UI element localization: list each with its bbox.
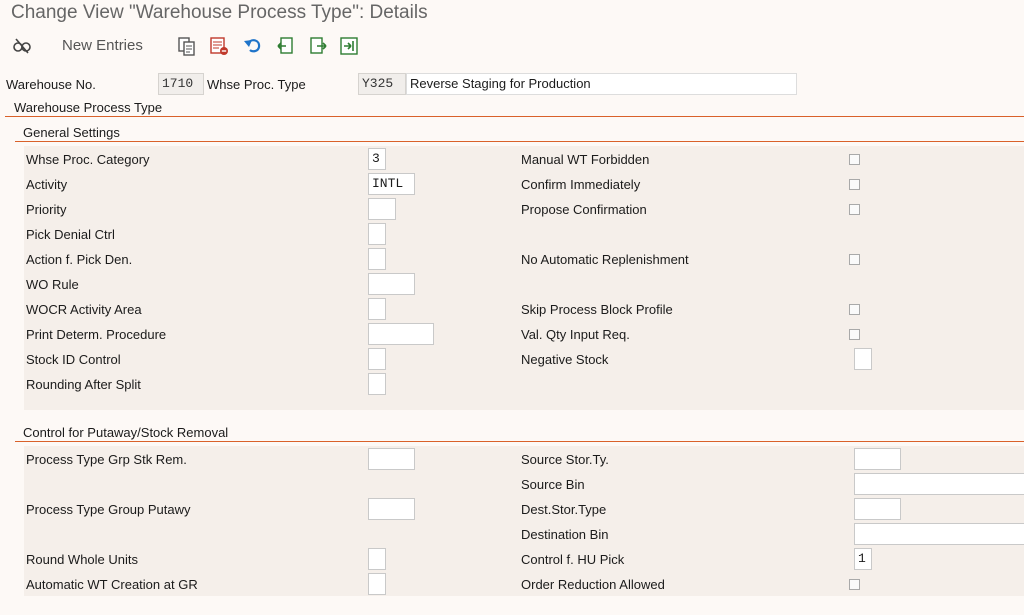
rounding-after-split-label: Rounding After Split: [26, 377, 141, 392]
print-determ-procedure-label: Print Determ. Procedure: [26, 327, 167, 342]
source-stor-type-field[interactable]: [854, 448, 901, 470]
no-automatic-replenishment-label: No Automatic Replenishment: [521, 252, 689, 267]
priority-field[interactable]: [368, 198, 396, 220]
whse-proc-type-field[interactable]: Y325: [358, 73, 406, 95]
manual-wt-forbidden-label: Manual WT Forbidden: [521, 152, 650, 167]
manual-wt-forbidden-checkbox[interactable]: [849, 154, 860, 165]
warehouse-no-label: Warehouse No.: [6, 77, 96, 92]
skip-process-block-profile-label: Skip Process Block Profile: [521, 302, 673, 317]
next-entry-icon[interactable]: [307, 35, 329, 57]
dest-stor-type-field[interactable]: [854, 498, 901, 520]
round-whole-units-field[interactable]: [368, 548, 386, 570]
propose-confirmation-checkbox[interactable]: [849, 204, 860, 215]
whse-proc-category-label: Whse Proc. Category: [26, 152, 150, 167]
propose-confirmation-label: Propose Confirmation: [521, 202, 647, 217]
rounding-after-split-field[interactable]: [368, 373, 386, 395]
previous-entry-icon[interactable]: [275, 35, 297, 57]
whse-proc-category-field[interactable]: 3: [368, 148, 386, 170]
process-type-group-putaway-field[interactable]: [368, 498, 415, 520]
new-entries-button[interactable]: New Entries: [62, 37, 143, 54]
confirm-immediately-checkbox[interactable]: [849, 179, 860, 190]
copy-icon[interactable]: [176, 35, 198, 57]
wo-rule-label: WO Rule: [26, 277, 79, 292]
destination-bin-field[interactable]: [854, 523, 1024, 545]
negative-stock-label: Negative Stock: [521, 352, 609, 367]
pick-denial-ctrl-field[interactable]: [368, 223, 386, 245]
process-type-group-putaway-label: Process Type Group Putawy: [26, 502, 191, 517]
activity-field[interactable]: INTL: [368, 173, 415, 195]
putaway-removal-title: Control for Putaway/Stock Removal: [23, 425, 229, 440]
warehouse-process-type-group: Warehouse Process Type: [5, 98, 1024, 117]
wo-rule-field[interactable]: [368, 273, 415, 295]
process-type-grp-stk-rem-field[interactable]: [368, 448, 415, 470]
order-reduction-allowed-label: Order Reduction Allowed: [521, 577, 665, 592]
destination-bin-label: Destination Bin: [521, 527, 609, 542]
val-qty-input-req-label: Val. Qty Input Req.: [521, 327, 630, 342]
page-title: Change View "Warehouse Process Type": De…: [11, 2, 428, 23]
stock-id-control-label: Stock ID Control: [26, 352, 121, 367]
action-pick-denial-label: Action f. Pick Den.: [26, 252, 133, 267]
group-title: Warehouse Process Type: [14, 100, 163, 115]
automatic-wt-creation-gr-label: Automatic WT Creation at GR: [26, 577, 198, 592]
confirm-immediately-label: Confirm Immediately: [521, 177, 641, 192]
wocr-activity-area-field[interactable]: [368, 298, 386, 320]
print-determ-procedure-field[interactable]: [368, 323, 434, 345]
pick-denial-ctrl-label: Pick Denial Ctrl: [26, 227, 115, 242]
automatic-wt-creation-gr-field[interactable]: [368, 573, 386, 595]
putaway-removal-section: Control for Putaway/Stock Removal: [15, 423, 1024, 442]
skip-process-block-profile-checkbox[interactable]: [849, 304, 860, 315]
wocr-activity-area-label: WOCR Activity Area: [26, 302, 142, 317]
val-qty-input-req-checkbox[interactable]: [849, 329, 860, 340]
toolbar: New Entries: [0, 30, 1024, 62]
order-reduction-allowed-checkbox[interactable]: [849, 579, 860, 590]
priority-label: Priority: [26, 202, 67, 217]
general-settings-title: General Settings: [23, 125, 120, 140]
warehouse-no-field[interactable]: 1710: [158, 73, 204, 95]
no-automatic-replenishment-checkbox[interactable]: [849, 254, 860, 265]
control-hu-pick-field[interactable]: 1: [854, 548, 872, 570]
source-stor-type-label: Source Stor.Ty.: [521, 452, 609, 467]
general-settings-section: General Settings: [15, 123, 1024, 142]
control-hu-pick-label: Control f. HU Pick: [521, 552, 625, 567]
round-whole-units-label: Round Whole Units: [26, 552, 138, 567]
select-icon[interactable]: [338, 35, 360, 57]
activity-label: Activity: [26, 177, 68, 192]
negative-stock-field[interactable]: [854, 348, 872, 370]
whse-proc-type-description: Reverse Staging for Production: [406, 73, 797, 95]
stock-id-control-field[interactable]: [368, 348, 386, 370]
dest-stor-type-label: Dest.Stor.Type: [521, 502, 607, 517]
source-bin-label: Source Bin: [521, 477, 585, 492]
process-type-grp-stk-rem-label: Process Type Grp Stk Rem.: [26, 452, 187, 467]
display-change-icon[interactable]: [11, 35, 33, 57]
source-bin-field[interactable]: [854, 473, 1024, 495]
delete-icon[interactable]: [208, 35, 230, 57]
undo-icon[interactable]: [242, 35, 264, 57]
action-pick-denial-field[interactable]: [368, 248, 386, 270]
whse-proc-type-label: Whse Proc. Type: [207, 77, 306, 92]
